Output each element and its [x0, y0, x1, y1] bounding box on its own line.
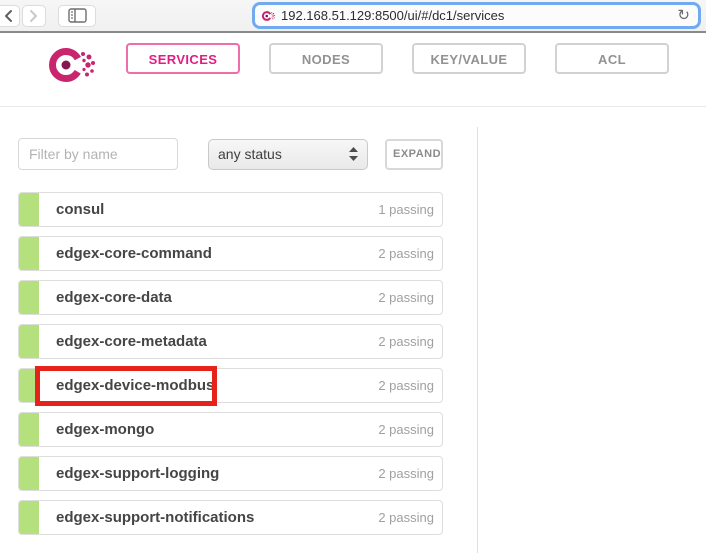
- filter-toolbar: any status EXPAND: [18, 138, 443, 170]
- service-health-bar: [19, 325, 39, 358]
- url-bar[interactable]: 192.168.51.129:8500/ui/#/dc1/services ↻: [252, 2, 701, 29]
- page-header: SERVICES NODES KEY/VALUE ACL: [0, 33, 706, 107]
- service-name: edgex-device-modbus: [56, 377, 214, 394]
- expand-button[interactable]: EXPAND: [385, 139, 443, 170]
- service-list: consul 1 passing edgex-core-command 2 pa…: [18, 192, 443, 544]
- service-status-count: 2 passing: [378, 246, 434, 261]
- service-health-bar: [19, 369, 39, 402]
- tab-services[interactable]: SERVICES: [126, 43, 240, 74]
- service-row-edgex-mongo[interactable]: edgex-mongo 2 passing: [18, 412, 443, 447]
- stepper-icon: [349, 147, 358, 161]
- status-select-value: any status: [218, 146, 349, 162]
- service-health-bar: [19, 281, 39, 314]
- service-row-edgex-support-notifications[interactable]: edgex-support-notifications 2 passing: [18, 500, 443, 535]
- service-status-count: 2 passing: [378, 378, 434, 393]
- reload-icon[interactable]: ↻: [677, 8, 692, 23]
- service-health-bar: [19, 457, 39, 490]
- service-status-count: 2 passing: [378, 290, 434, 305]
- chevron-right-icon: [29, 9, 39, 23]
- service-row-edgex-core-data[interactable]: edgex-core-data 2 passing: [18, 280, 443, 315]
- service-row-edgex-core-metadata[interactable]: edgex-core-metadata 2 passing: [18, 324, 443, 359]
- service-name: edgex-core-metadata: [56, 333, 207, 350]
- content-area: any status EXPAND consul 1 passing edgex…: [0, 107, 706, 553]
- service-status-count: 2 passing: [378, 510, 434, 525]
- service-status-count: 2 passing: [378, 466, 434, 481]
- service-name: edgex-support-logging: [56, 465, 219, 482]
- service-row-consul[interactable]: consul 1 passing: [18, 192, 443, 227]
- service-row-edgex-support-logging[interactable]: edgex-support-logging 2 passing: [18, 456, 443, 491]
- service-row-edgex-device-modbus[interactable]: edgex-device-modbus 2 passing: [18, 368, 443, 403]
- service-health-bar: [19, 193, 39, 226]
- nav-tabs: SERVICES NODES KEY/VALUE ACL: [126, 43, 669, 74]
- tab-nodes[interactable]: NODES: [269, 43, 383, 74]
- service-name: edgex-core-data: [56, 289, 172, 306]
- tab-key-value[interactable]: KEY/VALUE: [412, 43, 526, 74]
- sidebar-icon: [68, 8, 87, 23]
- forward-button[interactable]: [22, 5, 46, 27]
- consul-ui-page: SERVICES NODES KEY/VALUE ACL any status EXP…: [0, 33, 706, 553]
- service-status-count: 2 passing: [378, 422, 434, 437]
- url-text: 192.168.51.129:8500/ui/#/dc1/services: [281, 8, 677, 23]
- filter-input[interactable]: [18, 138, 178, 170]
- back-button[interactable]: [0, 5, 20, 27]
- service-health-bar: [19, 413, 39, 446]
- service-name: edgex-mongo: [56, 421, 154, 438]
- status-select[interactable]: any status: [208, 139, 368, 170]
- panel-divider: [477, 127, 478, 553]
- service-health-bar: [19, 237, 39, 270]
- sidebar-toggle-button[interactable]: [58, 5, 96, 27]
- service-name: edgex-support-notifications: [56, 509, 254, 526]
- browser-toolbar: 192.168.51.129:8500/ui/#/dc1/services ↻: [0, 0, 706, 33]
- consul-logo: [46, 43, 98, 87]
- consul-favicon: [261, 9, 276, 23]
- tab-acl[interactable]: ACL: [555, 43, 669, 74]
- service-status-count: 2 passing: [378, 334, 434, 349]
- service-health-bar: [19, 501, 39, 534]
- service-name: consul: [56, 201, 104, 218]
- chevron-left-icon: [3, 9, 13, 23]
- service-row-edgex-core-command[interactable]: edgex-core-command 2 passing: [18, 236, 443, 271]
- service-name: edgex-core-command: [56, 245, 212, 262]
- service-status-count: 1 passing: [378, 202, 434, 217]
